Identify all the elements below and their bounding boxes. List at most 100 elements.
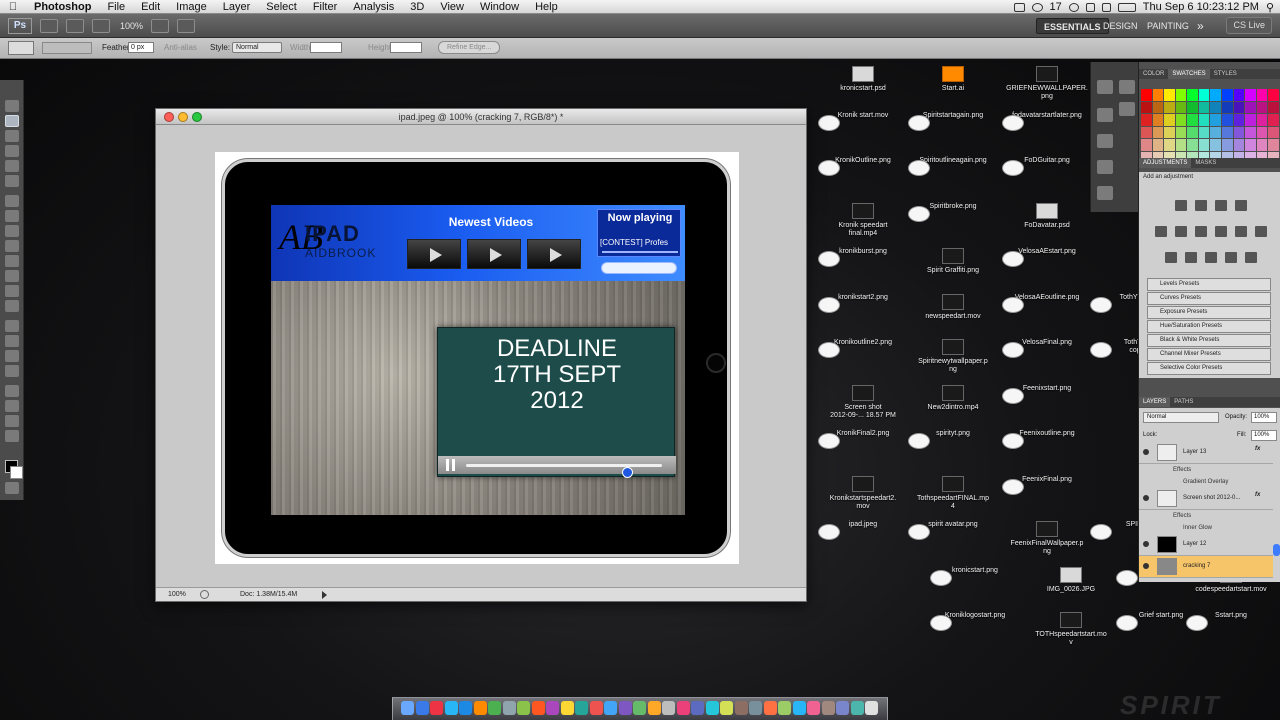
menu-layer[interactable]: Layer bbox=[215, 0, 259, 14]
swatch[interactable] bbox=[1175, 114, 1187, 126]
dock-app-icon[interactable] bbox=[546, 701, 559, 715]
swatch[interactable] bbox=[1210, 126, 1222, 138]
desktop-file-icon[interactable]: ipad.jpeg bbox=[818, 521, 908, 540]
dock-app-icon[interactable] bbox=[488, 701, 501, 715]
color-balance-icon[interactable] bbox=[1195, 226, 1207, 237]
curves-icon[interactable] bbox=[1215, 200, 1227, 211]
invert-icon[interactable] bbox=[1165, 252, 1177, 263]
swatch[interactable] bbox=[1141, 126, 1152, 138]
visibility-eye-icon[interactable] bbox=[1143, 495, 1149, 501]
swatch[interactable] bbox=[1245, 126, 1256, 138]
dock-app-icon[interactable] bbox=[691, 701, 704, 715]
menu-help[interactable]: Help bbox=[527, 0, 566, 14]
minibridge-button[interactable] bbox=[66, 18, 84, 33]
swatch[interactable] bbox=[1187, 114, 1198, 126]
desktop-file-icon[interactable]: KronikOutline.png bbox=[818, 157, 908, 176]
preset-exposure[interactable]: Exposure Presets bbox=[1147, 306, 1271, 319]
photo-filter-icon[interactable] bbox=[1235, 226, 1247, 237]
width-input[interactable] bbox=[310, 42, 342, 53]
close-button[interactable] bbox=[164, 112, 174, 122]
effect-inner-glow[interactable]: Inner Glow bbox=[1139, 522, 1273, 534]
dock-app-icon[interactable] bbox=[720, 701, 733, 715]
tab-paths[interactable]: PATHS bbox=[1170, 397, 1197, 407]
desktop-file-icon[interactable]: Kronikstartspeedart2. mov bbox=[818, 475, 908, 511]
desktop-file-icon[interactable]: Kronikoutline2.png bbox=[818, 339, 908, 358]
blend-mode-select[interactable]: Normal bbox=[1143, 412, 1219, 423]
preset-hue-saturation[interactable]: Hue/Saturation Presets bbox=[1147, 320, 1271, 333]
swatch[interactable] bbox=[1175, 126, 1187, 138]
fx-icon[interactable]: fx bbox=[1255, 446, 1260, 452]
swatch[interactable] bbox=[1198, 89, 1210, 101]
spotlight-icon[interactable]: ⚲ bbox=[1266, 1, 1274, 14]
desktop-file-icon[interactable]: New2dintro.mp4 bbox=[908, 384, 998, 412]
desktop-file-icon[interactable]: VelosaAEstart.png bbox=[1002, 248, 1092, 267]
shape-tool-icon[interactable] bbox=[5, 365, 19, 377]
dock-app-icon[interactable] bbox=[836, 701, 849, 715]
brush-panel-icon[interactable] bbox=[1097, 108, 1113, 122]
swatch[interactable] bbox=[1233, 101, 1245, 113]
swatch[interactable] bbox=[1233, 139, 1245, 151]
marquee-tool-icon[interactable] bbox=[5, 115, 19, 127]
swatch[interactable] bbox=[1268, 101, 1279, 113]
swatch[interactable] bbox=[1152, 101, 1164, 113]
layer-row-layer-12[interactable]: Layer 12 bbox=[1139, 534, 1273, 556]
swatch[interactable] bbox=[1210, 114, 1222, 126]
view-extras-button[interactable] bbox=[92, 18, 110, 33]
sync-icon[interactable] bbox=[1068, 2, 1079, 12]
desktop-file-icon[interactable]: newspeedart.mov bbox=[908, 293, 998, 321]
tab-adjustments[interactable]: ADJUSTMENTS bbox=[1139, 158, 1192, 168]
swatch[interactable] bbox=[1141, 114, 1152, 126]
document-title-bar[interactable]: ipad.jpeg @ 100% (cracking 7, RGB/8*) * bbox=[156, 109, 806, 125]
gradient-tool-icon[interactable] bbox=[5, 270, 19, 282]
style-select[interactable]: Normal bbox=[232, 42, 282, 53]
dock-app-icon[interactable] bbox=[807, 701, 820, 715]
desktop-file-icon[interactable]: VelosaFinal.png bbox=[1002, 339, 1092, 358]
cs-live-button[interactable]: CS Live bbox=[1226, 17, 1272, 34]
preset-selective-color[interactable]: Selective Color Presets bbox=[1147, 362, 1271, 375]
swatch[interactable] bbox=[1245, 101, 1256, 113]
path-selection-tool-icon[interactable] bbox=[5, 350, 19, 362]
dock-app-icon[interactable] bbox=[778, 701, 791, 715]
swatch[interactable] bbox=[1152, 114, 1164, 126]
arrange-documents-button[interactable] bbox=[151, 18, 170, 33]
wifi-icon[interactable] bbox=[1085, 2, 1095, 12]
desktop-file-icon[interactable]: fodavatarstartlater.png bbox=[1002, 112, 1092, 131]
more-workspaces-button[interactable]: » bbox=[1190, 18, 1211, 34]
layer-row-screenshot[interactable]: Screen shot 2012-0... fx bbox=[1139, 488, 1273, 510]
dock-app-icon[interactable] bbox=[705, 701, 719, 715]
desktop-file-icon[interactable]: GRIEFNEWWALLPAPER. png bbox=[1002, 66, 1092, 101]
fx-icon[interactable]: fx bbox=[1255, 492, 1260, 498]
swatch[interactable] bbox=[1187, 126, 1198, 138]
desktop-file-icon[interactable]: FoDavatar.psd bbox=[1002, 202, 1092, 230]
3d-rotate-tool-icon[interactable] bbox=[5, 385, 19, 397]
dock-app-icon[interactable] bbox=[430, 701, 443, 715]
black-white-icon[interactable] bbox=[1215, 226, 1227, 237]
tab-swatches[interactable]: SWATCHES bbox=[1168, 69, 1210, 79]
desktop-file-icon[interactable]: kronicstart.psd bbox=[818, 66, 908, 93]
swatch[interactable] bbox=[1187, 139, 1198, 151]
dodge-tool-icon[interactable] bbox=[5, 300, 19, 312]
dock-app-icon[interactable] bbox=[647, 701, 661, 715]
status-icon[interactable] bbox=[200, 590, 209, 599]
zoom-tool-icon[interactable] bbox=[5, 430, 19, 442]
swatch[interactable] bbox=[1210, 139, 1222, 151]
menu-3d[interactable]: 3D bbox=[402, 0, 432, 14]
channel-mixer-icon[interactable] bbox=[1255, 226, 1267, 237]
swatch[interactable] bbox=[1233, 114, 1245, 126]
dock-app-icon[interactable] bbox=[589, 701, 603, 715]
dock-app-icon[interactable] bbox=[749, 701, 762, 715]
dock-app-icon[interactable] bbox=[473, 701, 487, 715]
desktop-file-icon[interactable]: VelosaAEoutline.png bbox=[1002, 294, 1092, 313]
swatch[interactable] bbox=[1164, 101, 1175, 113]
paragraph-panel-icon[interactable] bbox=[1097, 186, 1113, 200]
swatch[interactable] bbox=[1152, 126, 1164, 138]
layers-scrollbar-thumb[interactable] bbox=[1273, 544, 1280, 556]
swatch[interactable] bbox=[1187, 101, 1198, 113]
swatch[interactable] bbox=[1222, 89, 1233, 101]
desktop-file-icon[interactable]: Feenixoutline.png bbox=[1002, 430, 1092, 449]
dock-app-icon[interactable] bbox=[560, 701, 574, 715]
swatch[interactable] bbox=[1268, 139, 1279, 151]
move-tool-icon[interactable] bbox=[5, 100, 19, 112]
desktop-file-icon[interactable]: IMG_0026.JPG bbox=[1026, 566, 1116, 594]
desktop-file-icon[interactable]: Spiritstartagain.png bbox=[908, 112, 998, 131]
